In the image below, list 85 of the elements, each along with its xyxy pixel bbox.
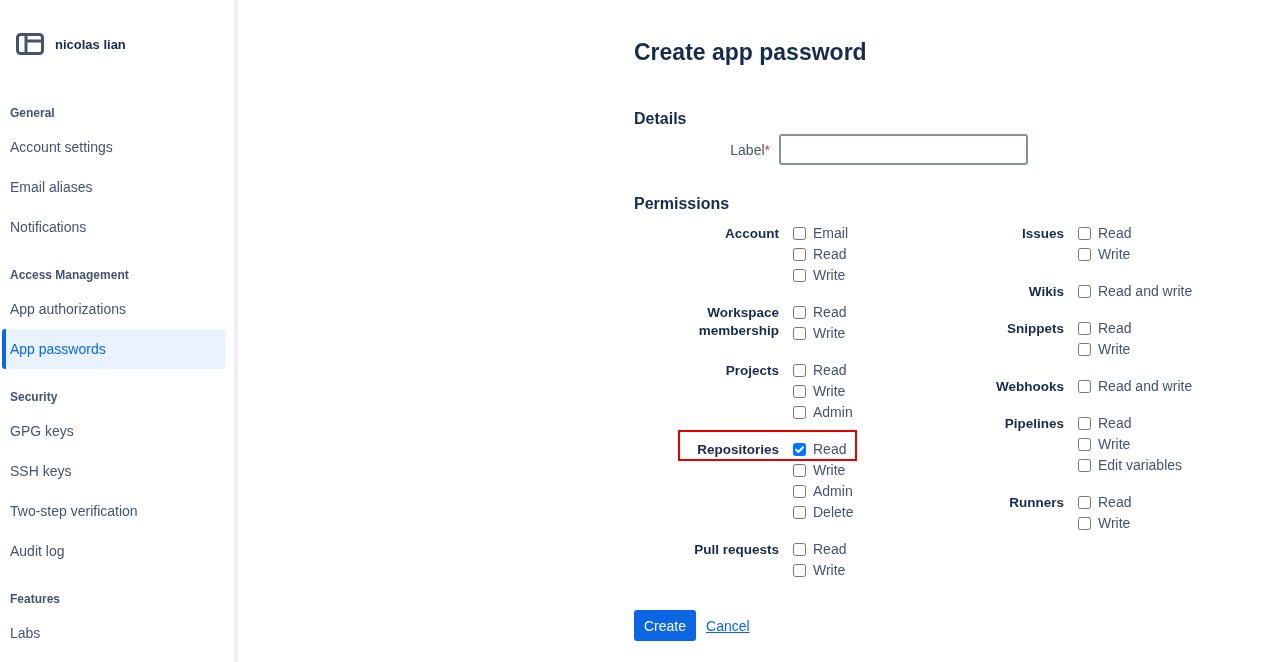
checkbox[interactable] (793, 443, 806, 456)
checkbox[interactable] (1078, 517, 1091, 530)
checkbox-label: Edit variables (1098, 456, 1183, 475)
checkbox[interactable] (1078, 438, 1091, 451)
permission-group-label: Snippets (1007, 321, 1064, 336)
permission-group-label: Wikis (1028, 284, 1064, 299)
checkbox[interactable] (1078, 248, 1091, 261)
checkbox-label: Read (813, 361, 847, 380)
checkbox-label: Read (813, 303, 847, 322)
checkbox-label: Read (813, 245, 847, 264)
checkbox-label: Write (813, 324, 846, 343)
checkbox[interactable] (793, 306, 806, 319)
checkbox-label: Admin (813, 403, 853, 422)
checkbox[interactable] (1078, 285, 1091, 298)
checkbox[interactable] (1078, 496, 1091, 509)
checkbox[interactable] (793, 464, 806, 477)
checkbox[interactable] (793, 364, 806, 377)
checkbox-label: Read (1098, 493, 1132, 512)
checkbox[interactable] (793, 506, 806, 519)
permission-group-label: Pipelines (1004, 416, 1064, 431)
checkbox-label: Read (813, 540, 847, 559)
sidebar-item[interactable]: Audit log (2, 531, 226, 571)
checkbox-label: Read (1098, 224, 1132, 243)
sidebar-item[interactable]: SSH keys (2, 451, 226, 491)
checkbox-label: Email (813, 224, 848, 243)
permission-group-label: Repositories (697, 442, 779, 457)
checkbox[interactable] (793, 248, 806, 261)
checkbox-label: Write (813, 382, 846, 401)
checkbox[interactable] (793, 269, 806, 282)
checkbox[interactable] (793, 543, 806, 556)
checkbox-label: Admin (813, 482, 853, 501)
user-name: nicolas lian (55, 36, 126, 52)
permission-group-label: Workspace membership (698, 305, 779, 338)
cancel-link[interactable]: Cancel (706, 617, 750, 634)
permission-group-label: Projects (725, 363, 779, 378)
section-heading: Features (9, 591, 62, 608)
checkbox[interactable] (1078, 343, 1091, 356)
checkbox-label: Write (1098, 340, 1131, 359)
sidebar-item[interactable]: Account settings (2, 127, 226, 167)
checkbox-label: Delete (813, 503, 854, 522)
sidebar-item[interactable]: Two-step verification (2, 491, 226, 531)
required-mark: * (764, 141, 770, 158)
checkbox-label: Write (813, 561, 846, 580)
checkbox[interactable] (1078, 322, 1091, 335)
permission-group-label: Account (725, 226, 779, 241)
checkbox[interactable] (1078, 380, 1091, 393)
section-heading: Security (9, 389, 59, 406)
section-heading: Access Management (9, 267, 130, 284)
checkbox[interactable] (793, 485, 806, 498)
section-heading: Details (634, 109, 687, 129)
permission-group-label: Runners (1009, 495, 1064, 510)
sidebar-layout-icon (16, 33, 44, 55)
checkbox-label: Write (813, 461, 846, 480)
checkbox-label: Read and write (1098, 282, 1193, 301)
section-heading: Permissions (634, 194, 730, 214)
sidebar-item[interactable]: Notifications (2, 207, 226, 247)
checkbox[interactable] (793, 385, 806, 398)
sidebar-item[interactable]: Email aliases (2, 167, 226, 207)
checkbox-label: Read and write (1098, 377, 1193, 396)
field-label: Label (730, 141, 765, 158)
checkbox[interactable] (793, 406, 806, 419)
checkbox-label: Read (1098, 414, 1132, 433)
checkbox-label: Write (1098, 514, 1131, 533)
input-field[interactable] (779, 134, 1028, 165)
permission-group-label: Issues (1021, 226, 1064, 241)
section-heading: General (9, 105, 56, 122)
create-button[interactable]: Create (634, 610, 697, 641)
checkbox-label: Read (813, 440, 847, 459)
page-title: Create app password (634, 38, 867, 66)
sidebar-item[interactable]: Labs (2, 613, 226, 653)
checkbox[interactable] (1078, 417, 1091, 430)
permission-group-label: Webhooks (996, 379, 1064, 394)
checkbox[interactable] (793, 327, 806, 340)
checkbox[interactable] (1078, 227, 1091, 240)
sidebar-item[interactable]: App passwords (2, 329, 226, 369)
checkbox-label: Write (1098, 245, 1131, 264)
checkbox[interactable] (1078, 459, 1091, 472)
checkbox[interactable] (793, 227, 806, 240)
checkbox-label: Write (1098, 435, 1131, 454)
sidebar-item[interactable]: GPG keys (2, 411, 226, 451)
checkbox-label: Read (1098, 319, 1132, 338)
permission-group-label: Pull requests (694, 542, 779, 557)
checkbox-label: Write (813, 266, 846, 285)
checkbox[interactable] (793, 564, 806, 577)
sidebar-item[interactable]: App authorizations (2, 289, 226, 329)
